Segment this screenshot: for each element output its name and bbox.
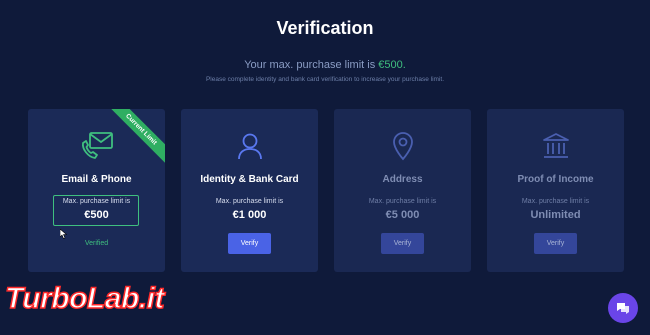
verified-status: Verified xyxy=(84,240,109,247)
limit-label: Max. purchase limit is xyxy=(368,198,437,205)
page-title: Verification xyxy=(276,18,374,38)
verify-button[interactable]: Verify xyxy=(381,233,424,254)
watermark-text: TurboLab.it xyxy=(4,281,165,316)
verify-button[interactable]: Verify xyxy=(228,233,271,254)
chat-icon xyxy=(617,303,629,314)
purchase-limit-amount: €500. xyxy=(378,59,406,71)
limit-value: €5 000 xyxy=(385,209,420,221)
card-title: Email & Phone xyxy=(61,174,132,185)
card-proof-of-income: Proof of Income Max. purchase limit is U… xyxy=(487,109,624,272)
purchase-limit-text: Your max. purchase limit is €500. xyxy=(0,59,650,71)
limit-value: €500 xyxy=(84,209,109,221)
limit-label: Max. purchase limit is xyxy=(215,198,284,205)
phone-mail-icon xyxy=(28,131,165,161)
card-title: Identity & Bank Card xyxy=(200,174,299,185)
limit-value: €1 000 xyxy=(232,209,267,221)
page-subtitle: Please complete identity and bank card v… xyxy=(205,76,445,83)
bank-icon xyxy=(487,131,624,161)
card-title: Proof of Income xyxy=(517,174,594,185)
card-address: Address Max. purchase limit is €5 000 Ve… xyxy=(334,109,471,272)
limit-label: Max. purchase limit is xyxy=(62,198,131,205)
user-icon xyxy=(181,131,318,161)
card-title: Address xyxy=(382,174,423,185)
card-identity-bank-card: Identity & Bank Card Max. purchase limit… xyxy=(181,109,318,272)
location-pin-icon xyxy=(334,131,471,161)
turbolab-watermark-logo: TurboLab.it xyxy=(4,277,245,321)
limit-value: Unlimited xyxy=(530,209,581,221)
verify-button[interactable]: Verify xyxy=(534,233,577,254)
mouse-cursor-icon xyxy=(59,226,68,244)
card-email-phone: Current Limit Email & Phone Max. purchas… xyxy=(28,109,165,272)
chat-button[interactable] xyxy=(608,293,638,323)
verification-page: Verification Your max. purchase limit is… xyxy=(0,0,650,335)
limit-label: Max. purchase limit is xyxy=(521,198,590,205)
purchase-limit-prefix: Your max. purchase limit is xyxy=(244,59,379,71)
